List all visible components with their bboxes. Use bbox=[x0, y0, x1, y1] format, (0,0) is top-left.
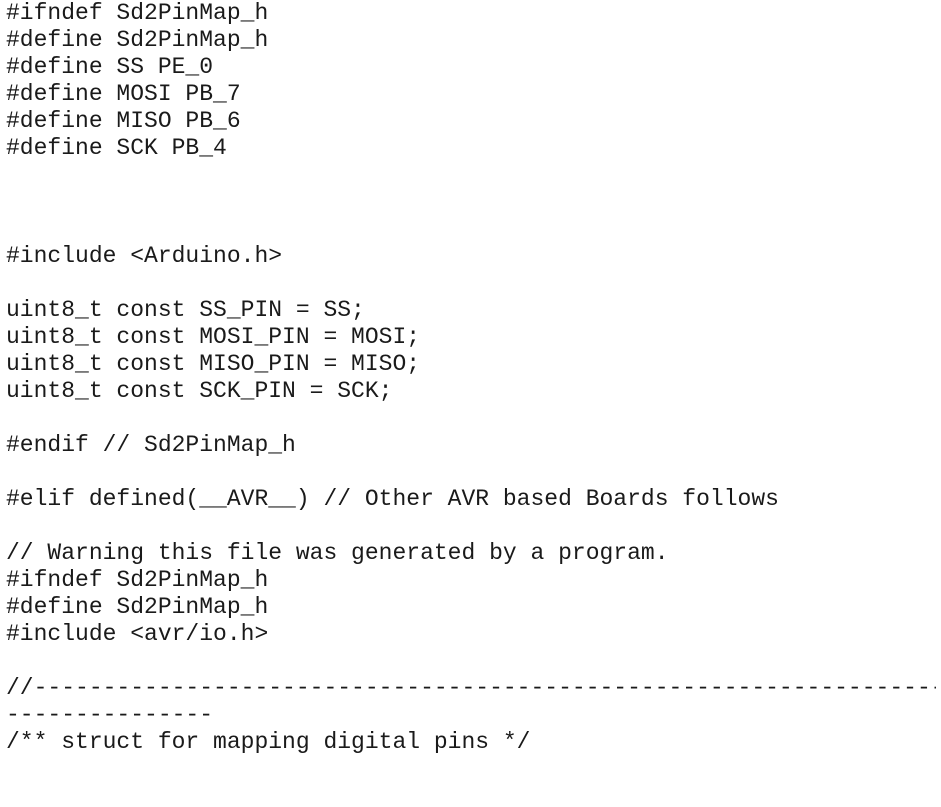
code-line: #define Sd2PinMap_h bbox=[6, 594, 269, 620]
code-line: uint8_t const MOSI_PIN = MOSI; bbox=[6, 324, 421, 350]
code-line: #ifndef Sd2PinMap_h bbox=[6, 567, 269, 593]
code-line: #ifndef Sd2PinMap_h bbox=[6, 0, 269, 26]
code-line: #define MOSI PB_7 bbox=[6, 81, 241, 107]
code-line: /** struct for mapping digital pins */ bbox=[6, 729, 531, 755]
code-line: #define SS PE_0 bbox=[6, 54, 214, 80]
code-line: #define SCK PB_4 bbox=[6, 135, 227, 161]
code-line: #define Sd2PinMap_h bbox=[6, 27, 269, 53]
code-line: uint8_t const SS_PIN = SS; bbox=[6, 297, 365, 323]
code-line: //--------------------------------------… bbox=[6, 675, 936, 701]
code-line: uint8_t const SCK_PIN = SCK; bbox=[6, 378, 393, 404]
code-line: uint8_t const MISO_PIN = MISO; bbox=[6, 351, 421, 377]
code-line: #include <avr/io.h> bbox=[6, 621, 269, 647]
code-line: #define MISO PB_6 bbox=[6, 108, 241, 134]
code-line: #endif // Sd2PinMap_h bbox=[6, 432, 296, 458]
code-line: #include <Arduino.h> bbox=[6, 243, 283, 269]
code-line: #elif defined(__AVR__) // Other AVR base… bbox=[6, 486, 779, 512]
code-document: #ifndef Sd2PinMap_h #define Sd2PinMap_h … bbox=[6, 0, 936, 807]
code-line: --------------- bbox=[6, 702, 214, 728]
code-line: // Warning this file was generated by a … bbox=[6, 540, 669, 566]
